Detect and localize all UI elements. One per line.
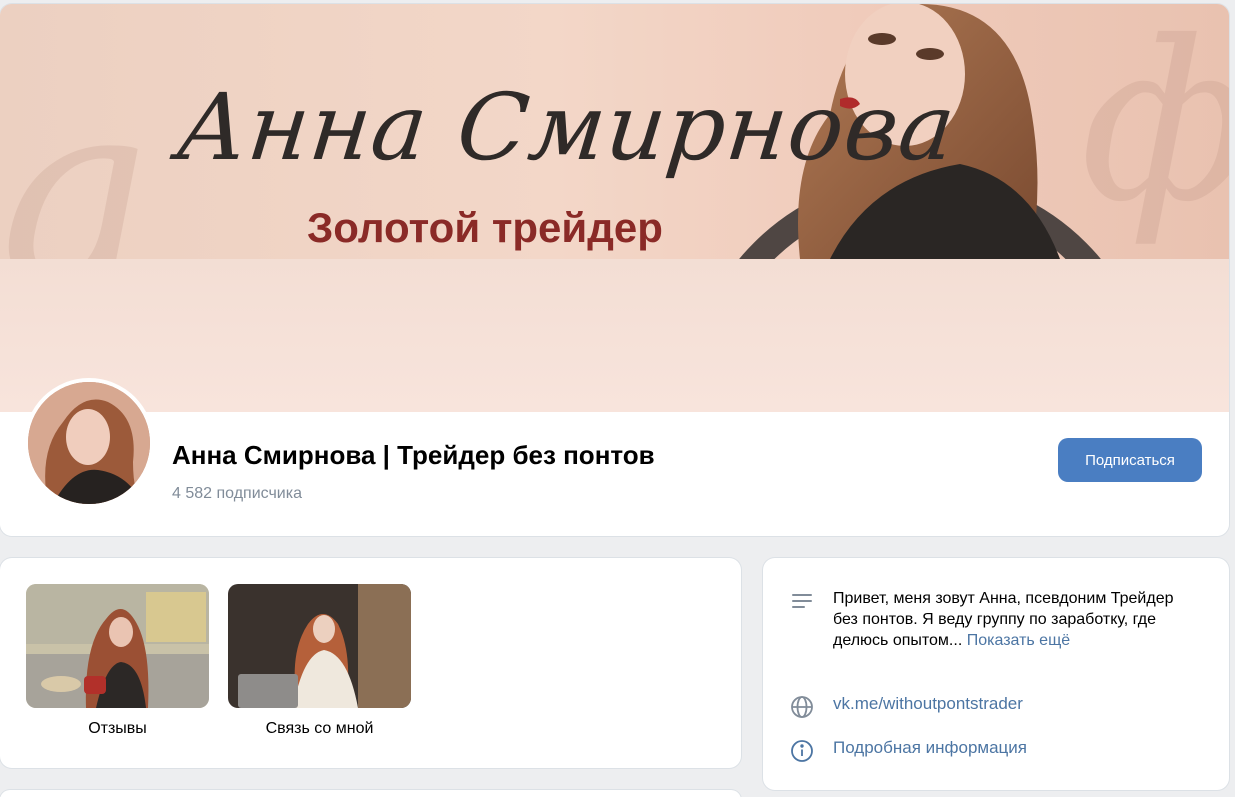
details-link[interactable]: Подробная информация <box>833 738 1027 758</box>
subscribe-button[interactable]: Подписаться <box>1058 438 1202 482</box>
cover-image[interactable]: a ф Анна Смирнова Золотой трейдер <box>0 4 1229 412</box>
site-link[interactable]: vk.me/withoutpontstrader <box>833 694 1023 714</box>
contact-thumbnail[interactable] <box>228 584 411 708</box>
info-card: Привет, меня зовут Анна, псевдоним Трейд… <box>763 558 1229 790</box>
about-row: Привет, меня зовут Анна, псевдоним Трейд… <box>789 588 1183 651</box>
show-more-link[interactable]: Показать ещё <box>967 632 1070 649</box>
next-card-edge <box>0 790 741 797</box>
about-description: Привет, меня зовут Анна, псевдоним Трейд… <box>833 588 1183 651</box>
avatar-photo <box>28 382 150 504</box>
globe-icon <box>789 694 815 720</box>
details-row: Подробная информация <box>789 738 1027 764</box>
site-row: vk.me/withoutpontstrader <box>789 694 1023 720</box>
subscribers-count[interactable]: 4 582 подписчика <box>172 485 302 503</box>
reviews-thumbnail[interactable] <box>26 584 209 708</box>
reviews-label[interactable]: Отзывы <box>26 720 209 738</box>
profile-header <box>0 412 1229 536</box>
cover-lower-fill <box>0 259 1229 412</box>
contact-label[interactable]: Связь со мной <box>228 720 411 738</box>
cover-decor-letter: ф <box>1080 4 1229 250</box>
cover-subtitle: Золотой трейдер <box>307 204 663 251</box>
info-icon <box>789 738 815 764</box>
links-card: Отзывы Связь со мной <box>0 558 741 768</box>
description-lines-icon <box>789 588 815 614</box>
page-title: Анна Смирнова | Трейдер без понтов <box>172 440 655 470</box>
community-avatar[interactable] <box>24 378 154 508</box>
cover-script-name: Анна Смирнова <box>172 74 961 181</box>
